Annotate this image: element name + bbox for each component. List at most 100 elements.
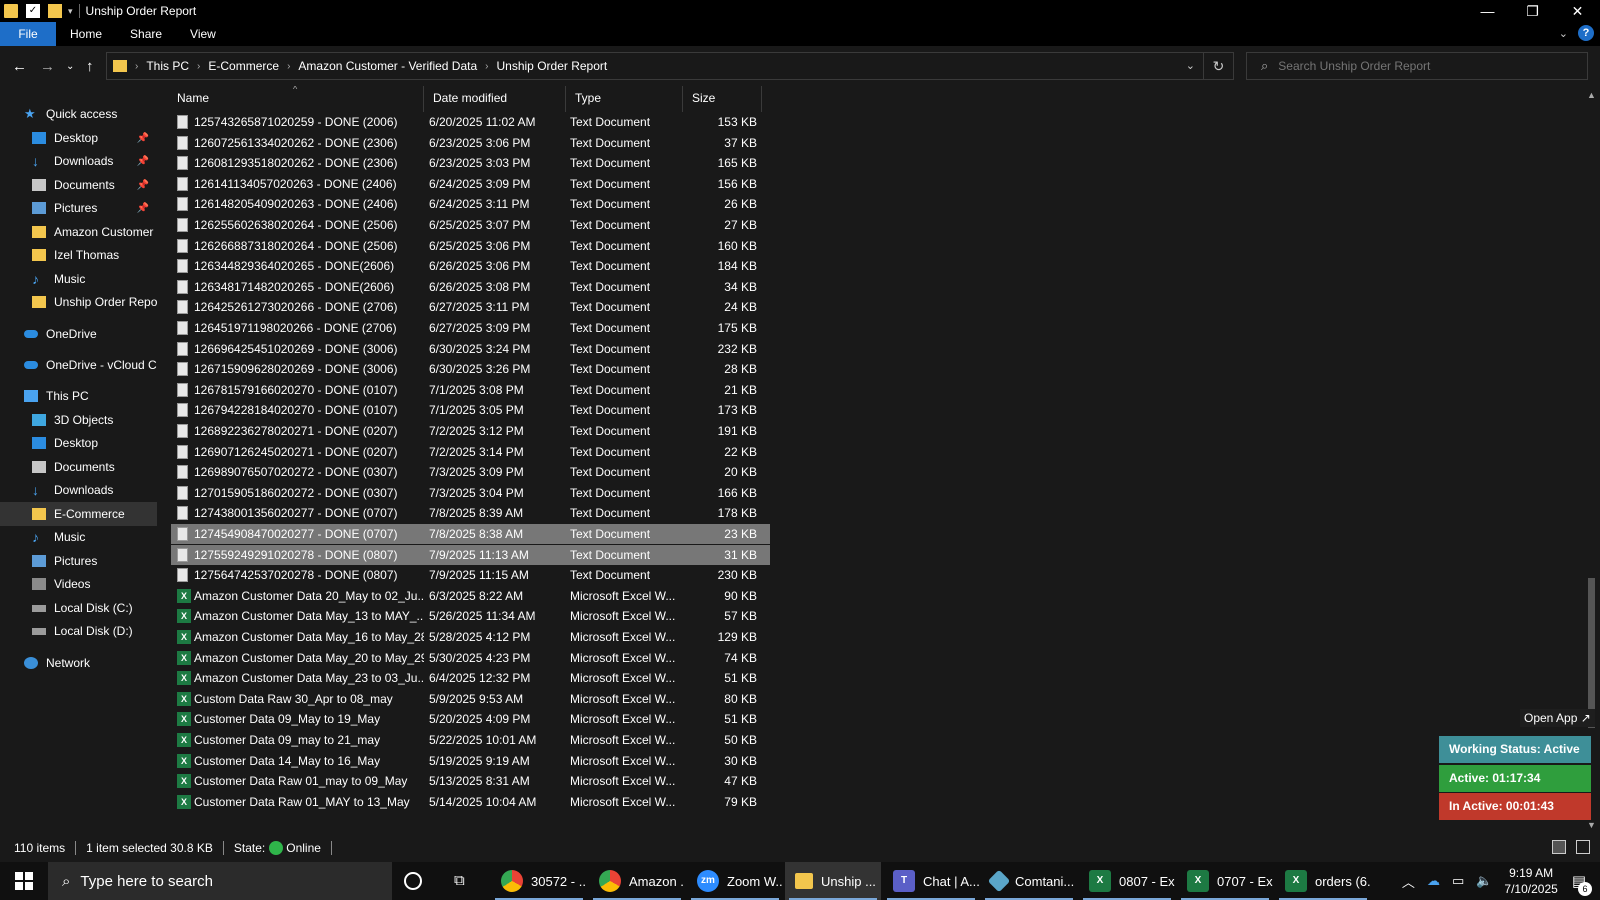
cortana-icon[interactable]	[404, 872, 422, 890]
sidebar-item[interactable]: Network	[0, 651, 157, 675]
sidebar-item[interactable]: Local Disk (C:)	[0, 596, 157, 620]
file-row[interactable]: 126907126245020271 - DONE (0207) 7/2/2025…	[171, 442, 770, 462]
sidebar-item[interactable]: ★ Quick access	[0, 102, 157, 126]
sidebar-item[interactable]: Izel Thomas	[0, 243, 157, 267]
expand-ribbon-icon[interactable]: ⌄	[1559, 27, 1568, 40]
file-row[interactable]: X Customer Data 09_may to 21_may 5/22/2025…	[171, 730, 770, 750]
sidebar-item[interactable]: Desktop	[0, 431, 157, 455]
file-row[interactable]: 126081293518020262 - DONE (2306) 6/23/202…	[171, 153, 770, 173]
taskbar-app[interactable]: X 0707 - Ex...	[1177, 862, 1273, 900]
chevron-up-icon[interactable]: ︿	[1402, 872, 1415, 891]
details-view-icon[interactable]	[1552, 840, 1566, 854]
sidebar-item[interactable]: 3D Objects	[0, 408, 157, 432]
file-row[interactable]: X Custom Data Raw 30_Apr to 08_may 5/9/202…	[171, 689, 770, 709]
sidebar-item[interactable]: OneDrive - vCloud Cl	[0, 353, 157, 377]
sidebar-item[interactable]: Videos	[0, 572, 157, 596]
sidebar-item[interactable]: Pictures	[0, 549, 157, 573]
chevron-right-icon[interactable]: ›	[287, 61, 290, 72]
back-icon[interactable]: ←	[12, 58, 27, 75]
file-row[interactable]: X Customer Data 09_May to 19_May 5/20/2025…	[171, 709, 770, 729]
file-row[interactable]: 126255602638020264 - DONE (2506) 6/25/202…	[171, 215, 770, 235]
search-input[interactable]	[1278, 59, 1569, 73]
column-divider[interactable]	[761, 86, 762, 112]
taskbar-app[interactable]: Comtani...	[981, 862, 1077, 900]
file-row[interactable]: 126141134057020263 - DONE (2406) 6/24/202…	[171, 174, 770, 194]
chevron-right-icon[interactable]: ›	[135, 61, 138, 72]
file-row[interactable]: 126072561334020262 - DONE (2306) 6/23/202…	[171, 133, 770, 153]
file-row[interactable]: X Customer Data 14_May to 16_May 5/19/2025…	[171, 751, 770, 771]
file-row[interactable]: 127438001356020277 - DONE (0707) 7/8/2025…	[171, 503, 770, 523]
file-row[interactable]: 126715909628020269 - DONE (3006) 6/30/202…	[171, 359, 770, 379]
minimize-button[interactable]: —	[1465, 0, 1510, 22]
recent-locations-icon[interactable]: ⌄	[66, 61, 74, 72]
file-row[interactable]: 126794228184020270 - DONE (0107) 7/1/2025…	[171, 400, 770, 420]
sidebar-item[interactable]: ♪ Music	[0, 267, 157, 291]
sidebar-item[interactable]: ↓ Downloads	[0, 478, 157, 502]
file-row[interactable]: X Amazon Customer Data May_23 to 03_Ju...…	[171, 668, 770, 688]
tab-home[interactable]: Home	[56, 22, 116, 46]
file-row[interactable]: 126696425451020269 - DONE (3006) 6/30/202…	[171, 339, 770, 359]
column-size[interactable]: Size	[692, 91, 715, 105]
large-icons-view-icon[interactable]	[1576, 840, 1590, 854]
close-button[interactable]: ✕	[1555, 0, 1600, 22]
address-bar[interactable]: › This PC › E-Commerce › Amazon Customer…	[106, 52, 1234, 80]
column-divider[interactable]	[423, 86, 424, 112]
taskbar-app[interactable]: zm Zoom W...	[687, 862, 783, 900]
help-icon[interactable]: ?	[1578, 25, 1594, 41]
breadcrumb-unship-order-report[interactable]: Unship Order Report	[497, 59, 608, 73]
taskbar-app[interactable]: Unship ...	[785, 862, 881, 900]
sidebar-item[interactable]: Amazon Customer	[0, 220, 157, 244]
sidebar-item[interactable]: ♪ Music	[0, 525, 157, 549]
sidebar-item[interactable]: Desktop 📌	[0, 126, 157, 150]
file-row[interactable]: 126148205409020263 - DONE (2406) 6/24/202…	[171, 194, 770, 214]
sidebar-item[interactable]: ↓ Downloads 📌	[0, 149, 157, 173]
maximize-button[interactable]: ❐	[1510, 0, 1555, 22]
open-app-button[interactable]: Open App ↗	[1520, 709, 1595, 727]
column-date-modified[interactable]: Date modified	[433, 91, 507, 105]
scroll-up-icon[interactable]: ▲	[1587, 90, 1596, 100]
taskbar-app[interactable]: X 0807 - Ex...	[1079, 862, 1175, 900]
taskbar-app[interactable]: T Chat | A...	[883, 862, 979, 900]
sidebar-item[interactable]: OneDrive	[0, 322, 157, 346]
taskbar-app[interactable]: Amazon ...	[589, 862, 685, 900]
chevron-right-icon[interactable]: ›	[197, 61, 200, 72]
file-row[interactable]: 126781579166020270 - DONE (0107) 7/1/2025…	[171, 380, 770, 400]
sidebar-item[interactable]: Pictures 📌	[0, 196, 157, 220]
sidebar-item[interactable]: This PC	[0, 384, 157, 408]
onedrive-icon[interactable]: ☁	[1427, 873, 1440, 889]
forward-icon[interactable]: →	[40, 58, 55, 75]
file-row[interactable]: X Amazon Customer Data May_16 to May_28 5/…	[171, 627, 770, 647]
sidebar-item[interactable]: Local Disk (D:)	[0, 619, 157, 643]
file-row[interactable]: X Amazon Customer Data 20_May to 02_Ju...…	[171, 586, 770, 606]
volume-icon[interactable]: 🔈	[1476, 873, 1492, 889]
breadcrumb-this-pc[interactable]: This PC	[146, 59, 189, 73]
file-row[interactable]: 126892236278020271 - DONE (0207) 7/2/2025…	[171, 421, 770, 441]
chevron-down-icon[interactable]: ⌄	[1186, 59, 1195, 72]
clock[interactable]: 9:19 AM 7/10/2025	[1504, 865, 1557, 897]
breadcrumb-e-commerce[interactable]: E-Commerce	[208, 59, 279, 73]
file-row[interactable]: 127454908470020277 - DONE (0707) 7/8/2025…	[171, 524, 770, 544]
sidebar-item[interactable]: E-Commerce	[0, 502, 157, 526]
sidebar-item[interactable]: Documents 📌	[0, 173, 157, 197]
scroll-down-icon[interactable]: ▼	[1587, 820, 1596, 830]
file-row[interactable]: 126266887318020264 - DONE (2506) 6/25/202…	[171, 236, 770, 256]
file-row[interactable]: 126451971198020266 - DONE (2706) 6/27/202…	[171, 318, 770, 338]
file-row[interactable]: X Customer Data Raw 01_MAY to 13_May 5/14/…	[171, 792, 770, 812]
refresh-icon[interactable]: ↻	[1203, 53, 1233, 79]
taskbar-app[interactable]: Xorders (6...	[1275, 862, 1371, 900]
file-row[interactable]: 126344829364020265 - DONE(2606) 6/26/2025…	[171, 256, 770, 276]
tab-view[interactable]: View	[176, 22, 230, 46]
properties-icon[interactable]: ✓	[26, 4, 40, 18]
tab-share[interactable]: Share	[116, 22, 176, 46]
task-view-icon[interactable]: ⧉	[454, 872, 465, 889]
notifications-icon[interactable]: ▤ 6	[1572, 872, 1592, 896]
taskbar-search[interactable]: ⌕ Type here to search	[48, 862, 392, 900]
breadcrumb-amazon-customer[interactable]: Amazon Customer - Verified Data	[298, 59, 477, 73]
file-row[interactable]: 126425261273020266 - DONE (2706) 6/27/202…	[171, 297, 770, 317]
scrollbar-thumb[interactable]	[1588, 578, 1595, 728]
up-icon[interactable]: ↑	[86, 58, 94, 75]
file-row[interactable]: X Customer Data Raw 01_may to 09_May 5/13/…	[171, 771, 770, 791]
sidebar-item[interactable]: Unship Order Repor	[0, 290, 157, 314]
column-name[interactable]: Name	[177, 91, 209, 105]
search-box[interactable]: ⌕	[1246, 52, 1588, 80]
